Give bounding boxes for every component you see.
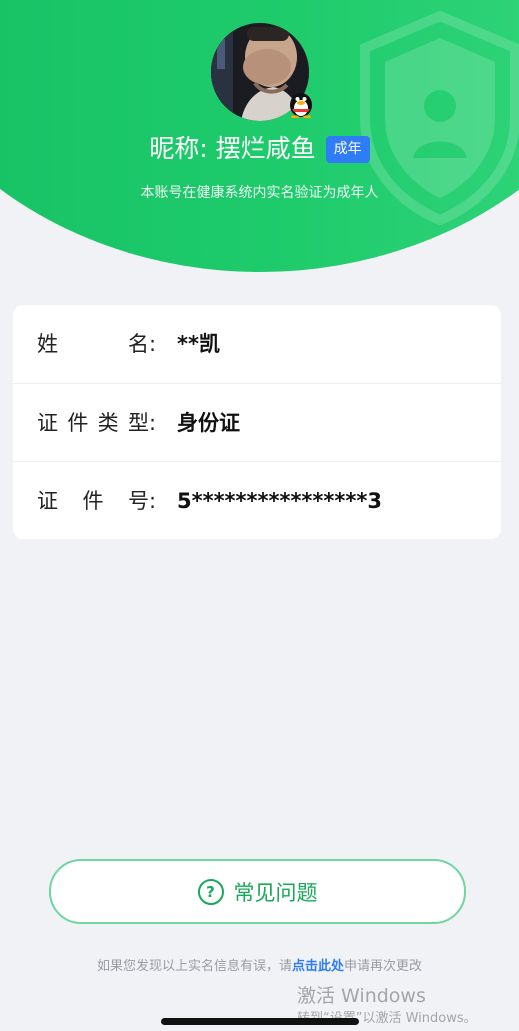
id-type-label: 证 件 类 型: [37, 411, 149, 435]
name-label: 姓 名: [37, 332, 149, 356]
id-number-value: 5****************3: [177, 489, 382, 513]
faq-label: 常见问题: [233, 880, 318, 905]
nickname-row: 昵称: 摆烂咸鱼 成年: [0, 131, 519, 167]
id-number-colon: :: [149, 489, 157, 513]
id-type-row: 证 件 类 型 : 身份证: [13, 383, 501, 462]
verification-subtitle: 本账号在健康系统内实名验证为成年人: [140, 185, 379, 201]
nickname: 昵称: 摆烂咸鱼: [149, 134, 316, 163]
faq-button[interactable]: ? 常见问题: [49, 859, 466, 924]
correction-note-prefix: 如果您发现以上实名信息有误，请: [96, 959, 292, 974]
windows-activation-title: 激活 Windows: [297, 985, 426, 1007]
identity-info-card: 姓 名 : **凯 证 件 类 型 : 身份证 证 件 号 : 5*******…: [13, 305, 501, 539]
id-number-label: 证 件 号: [37, 489, 149, 513]
id-number-row: 证 件 号 : 5****************3: [13, 461, 501, 540]
name-value: **凯: [177, 332, 220, 356]
correction-note-suffix: 申请再次更改: [344, 959, 423, 974]
question-circle-icon: ?: [197, 878, 224, 905]
click-here-link[interactable]: 点击此处: [292, 959, 344, 974]
id-type-colon: :: [149, 411, 157, 435]
profile-header: 昵称: 摆烂咸鱼 成年 本账号在健康系统内实名验证为成年人: [0, 0, 519, 272]
name-row: 姓 名 : **凯: [13, 305, 501, 383]
id-type-value: 身份证: [177, 411, 240, 435]
name-colon: :: [149, 332, 157, 356]
correction-note: 如果您发现以上实名信息有误，请点击此处申请再次更改: [0, 957, 519, 977]
home-indicator[interactable]: [161, 1018, 359, 1025]
adult-status-badge: 成年: [325, 135, 370, 163]
qq-penguin-icon: [290, 93, 312, 118]
